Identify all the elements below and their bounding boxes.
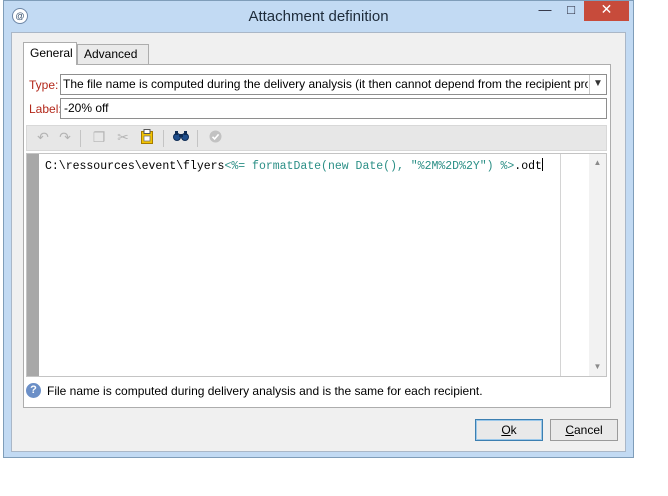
undo-icon[interactable]: ↶ [33, 129, 53, 147]
vertical-scrollbar[interactable]: ▲ ▼ [589, 154, 606, 376]
code-editor[interactable]: C:\ressources\event\flyers<%= formatDate… [26, 153, 607, 377]
cancel-accelerator: C [565, 423, 574, 437]
cut-icon[interactable]: ✂ [113, 129, 133, 147]
find-icon[interactable] [171, 129, 191, 147]
general-tab-panel: Type: The file name is computed during t… [23, 64, 611, 408]
label-label: Label: [29, 102, 62, 116]
question-icon: ? [26, 383, 41, 398]
code-line: C:\ressources\event\flyers<%= formatDate… [45, 158, 543, 173]
type-select[interactable]: The file name is computed during the del… [60, 74, 607, 95]
ok-button[interactable]: Ok [475, 419, 543, 441]
code-expression: <%= formatDate(new Date(), "%2M%2D%2Y") … [224, 160, 515, 173]
editor-toolbar: ↶ ↷ ❐ ✂ [26, 125, 607, 151]
toolbar-separator [197, 130, 198, 147]
scroll-down-icon[interactable]: ▼ [589, 360, 606, 374]
toolbar-separator [80, 130, 81, 147]
text-caret [541, 158, 543, 171]
label-input[interactable]: -20% off [60, 98, 607, 119]
code-extension: .odt [514, 160, 542, 173]
chevron-down-icon[interactable]: ▼ [589, 75, 606, 94]
ok-accelerator: O [501, 423, 511, 437]
code-text-area[interactable]: C:\ressources\event\flyers<%= formatDate… [39, 154, 560, 376]
dialog-client-area: General Advanced Type: The file name is … [11, 32, 626, 452]
minimize-button[interactable]: — [532, 1, 558, 21]
toolbar-separator [163, 130, 164, 147]
ok-label-rest: k [510, 423, 517, 437]
editor-divider [560, 154, 561, 376]
paste-icon[interactable] [137, 129, 157, 147]
check-icon[interactable] [205, 129, 225, 147]
type-select-value: The file name is computed during the del… [63, 77, 588, 91]
cancel-label-rest: ancel [573, 423, 603, 437]
tab-general[interactable]: General [23, 42, 77, 65]
cancel-button[interactable]: Cancel [550, 419, 618, 441]
redo-icon[interactable]: ↷ [55, 129, 75, 147]
close-button[interactable]: ✕ [584, 1, 629, 21]
attachment-definition-window: @ Attachment definition — □ ✕ General Ad… [3, 0, 634, 458]
title-bar[interactable]: @ Attachment definition — □ ✕ [4, 1, 633, 32]
code-path: C:\ressources\event\flyers [45, 160, 225, 173]
type-label: Type: [29, 78, 59, 92]
scroll-up-icon[interactable]: ▲ [589, 156, 606, 170]
maximize-button[interactable]: □ [558, 1, 584, 21]
tab-advanced[interactable]: Advanced [77, 44, 149, 64]
copy-icon[interactable]: ❐ [89, 129, 109, 147]
help-text: File name is computed during delivery an… [47, 384, 483, 398]
editor-gutter [27, 154, 39, 376]
